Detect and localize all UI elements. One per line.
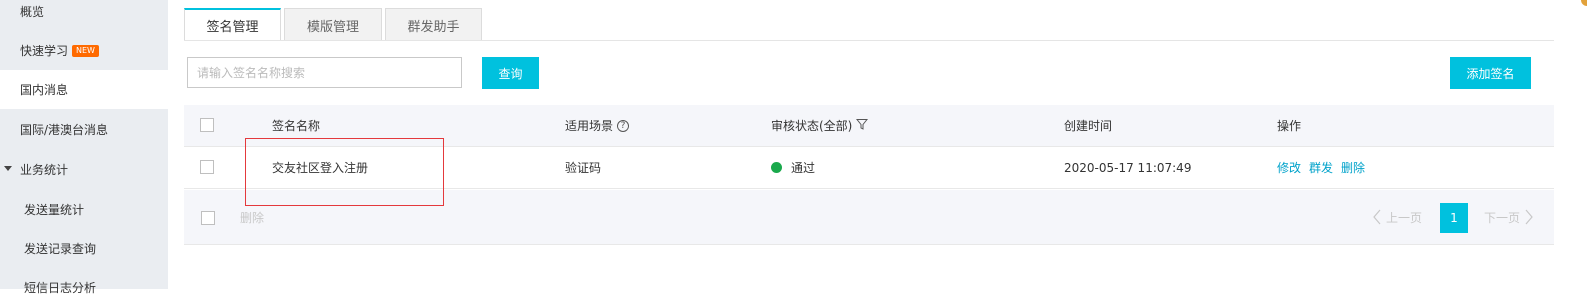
bulk-send-link[interactable]: 群发 — [1309, 159, 1333, 176]
corner-indicator-icon — [1581, 0, 1587, 6]
caret-down-icon — [4, 166, 12, 171]
tab-template-management[interactable]: 模版管理 — [284, 8, 382, 41]
sidebar-item-label: 发送量统计 — [24, 203, 85, 217]
header-review-status: 审核状态(全部) — [771, 105, 869, 146]
help-icon[interactable]: ? — [617, 119, 630, 132]
header-scene: 适用场景 ? — [565, 105, 630, 146]
sidebar-item-label: 业务统计 — [20, 163, 69, 177]
scene-value: 验证码 — [565, 161, 602, 175]
footer-select-all-checkbox[interactable] — [201, 211, 215, 225]
sidebar-item-international-messages[interactable]: 国际/港澳台消息 — [0, 110, 168, 149]
sidebar-item-label: 国际/港澳台消息 — [20, 123, 109, 137]
signature-search-input[interactable] — [187, 57, 462, 88]
filter-icon[interactable] — [856, 118, 869, 133]
query-button[interactable]: 查询 — [482, 57, 539, 89]
header-scene-label: 适用场景 — [565, 119, 614, 133]
sidebar-group-business-stats[interactable]: 业务统计 — [0, 150, 168, 189]
review-status-label: 通过 — [791, 161, 816, 175]
header-created-time: 创建时间 — [1064, 119, 1113, 133]
tab-label: 群发助手 — [407, 19, 460, 35]
prev-page-button[interactable]: 上一页 — [1372, 190, 1422, 244]
header-review-status-label: 审核状态(全部) — [771, 119, 853, 133]
sidebar-item-label: 短信日志分析 — [24, 281, 97, 295]
sidebar-item-label: 国内消息 — [20, 83, 69, 97]
sidebar-item-send-records[interactable]: 发送记录查询 — [0, 229, 168, 268]
sidebar-item-quick-learn[interactable]: 快速学习 NEW — [0, 31, 168, 70]
sidebar-item-label: 概览 — [20, 5, 45, 19]
tab-divider — [184, 40, 1554, 41]
tab-bulk-send-assistant[interactable]: 群发助手 — [385, 8, 482, 41]
row-actions: 修改 群发 删除 — [1277, 147, 1373, 188]
select-all-checkbox[interactable] — [200, 118, 214, 132]
row-checkbox[interactable] — [200, 160, 214, 174]
created-time: 2020-05-17 11:07:49 — [1064, 160, 1192, 175]
sidebar-item-label: 快速学习 — [20, 44, 69, 58]
sidebar-item-overview[interactable]: 概览 — [0, 0, 168, 31]
add-signature-button[interactable]: 添加签名 — [1450, 57, 1531, 89]
sidebar: 概览 快速学习 NEW 国内消息 国际/港澳台消息 业务统计 发送量统计 发送记… — [0, 0, 168, 295]
sidebar-item-label: 发送记录查询 — [24, 242, 97, 256]
header-actions: 操作 — [1277, 119, 1302, 133]
chevron-right-icon — [1525, 209, 1533, 225]
prev-page-label: 上一页 — [1386, 210, 1423, 225]
highlight-annotation-box — [245, 138, 444, 206]
sidebar-item-domestic-messages[interactable]: 国内消息 — [0, 70, 168, 109]
delete-link[interactable]: 删除 — [1341, 159, 1365, 176]
edit-link[interactable]: 修改 — [1277, 159, 1301, 176]
review-status: 通过 — [771, 147, 815, 188]
sidebar-item-log-analysis[interactable]: 短信日志分析 — [0, 268, 168, 307]
status-success-icon — [771, 162, 782, 173]
tab-label: 签名管理 — [206, 20, 259, 35]
chevron-left-icon — [1373, 209, 1381, 225]
page-number-current[interactable]: 1 — [1440, 203, 1468, 233]
sidebar-item-send-volume[interactable]: 发送量统计 — [0, 190, 168, 229]
next-page-label: 下一页 — [1484, 210, 1521, 225]
next-page-button[interactable]: 下一页 — [1484, 190, 1534, 244]
tab-signature-management[interactable]: 签名管理 — [184, 8, 281, 41]
tab-label: 模版管理 — [306, 19, 359, 35]
new-badge: NEW — [72, 44, 99, 57]
